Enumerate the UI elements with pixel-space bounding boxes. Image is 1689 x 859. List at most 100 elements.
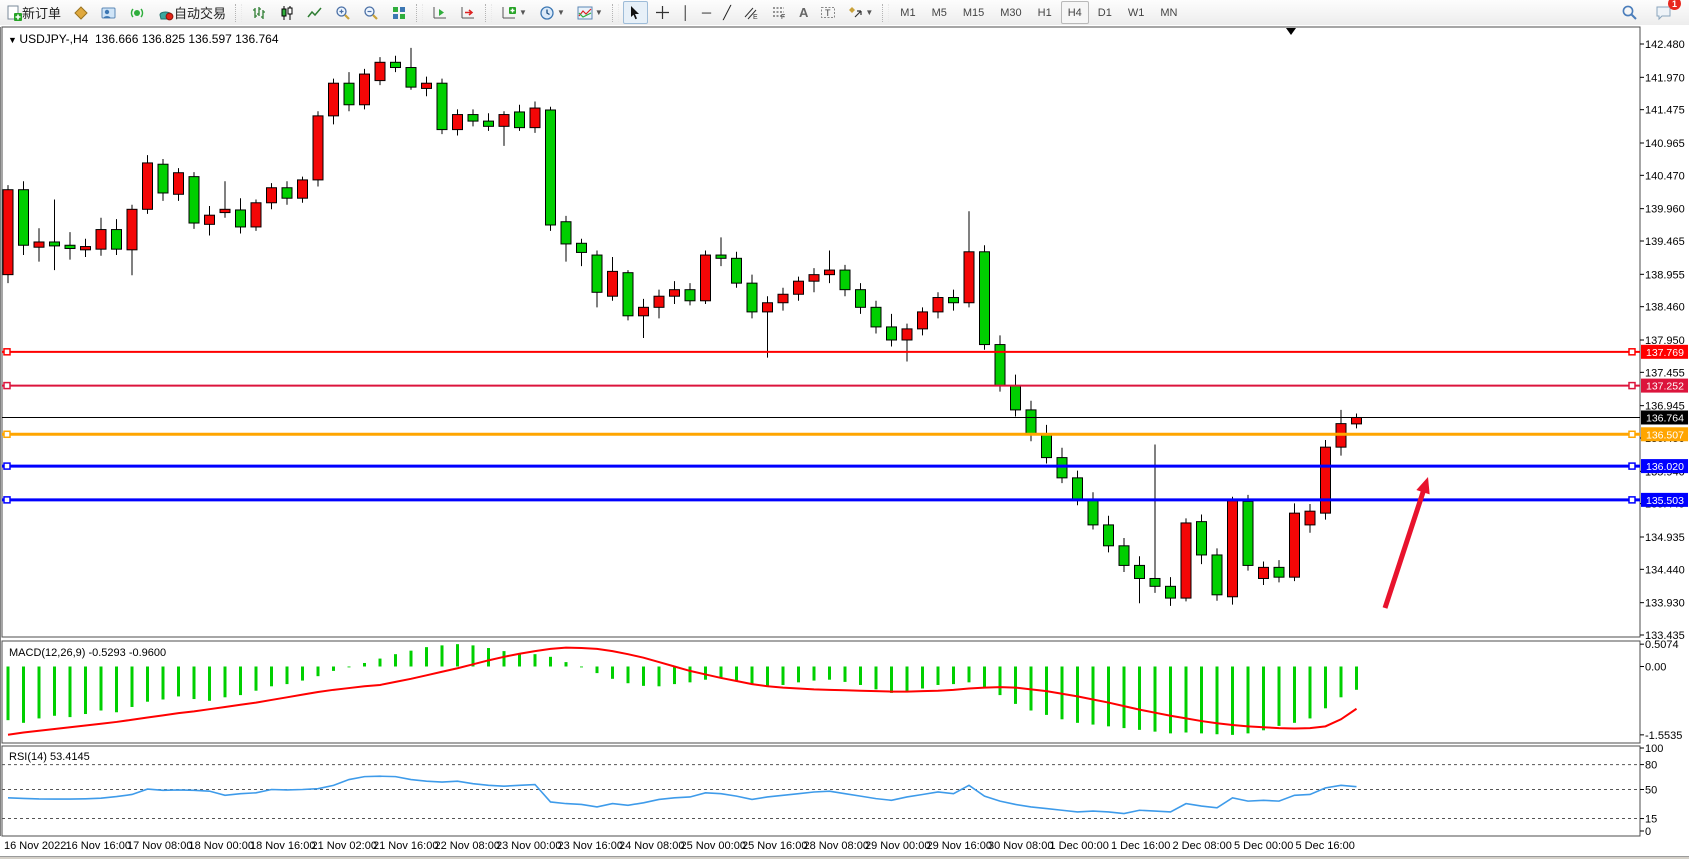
zoom-in-icon	[335, 5, 351, 21]
candle	[840, 270, 850, 290]
chart-shift-icon	[432, 5, 448, 21]
line-anchor-handle[interactable]	[1629, 463, 1635, 469]
crosshair-icon	[655, 5, 670, 20]
candle	[1259, 567, 1269, 578]
zoom-in-button[interactable]	[330, 1, 356, 24]
chevron-down-icon: ▼	[519, 8, 527, 17]
candle	[561, 222, 571, 244]
candle	[360, 74, 370, 105]
text-tool-button[interactable]: A	[794, 1, 813, 24]
trendline-tool-button[interactable]: ╱	[718, 1, 736, 24]
candle	[964, 252, 974, 303]
horizontal-line-tool-button[interactable]: ─	[697, 1, 716, 24]
chart-shift-button[interactable]	[427, 1, 453, 24]
signals-button[interactable]	[124, 1, 150, 24]
candle	[236, 210, 246, 227]
macd-indicator-label: MACD(12,26,9) -0.5293 -0.9600	[9, 647, 166, 659]
candle	[158, 164, 168, 193]
periods-button[interactable]: ▼	[534, 1, 570, 24]
line-anchor-handle[interactable]	[1629, 431, 1635, 437]
candle	[995, 345, 1005, 386]
line-anchor-handle[interactable]	[4, 431, 10, 437]
profile-button[interactable]	[96, 1, 122, 24]
indicators-button[interactable]: ▼	[496, 1, 532, 24]
text-label-icon: T	[820, 5, 836, 20]
candlestick-chart-button[interactable]	[274, 1, 300, 24]
main-toolbar: 新订单 自动交易	[0, 0, 1689, 26]
timeframe-M1[interactable]: M1	[893, 1, 922, 24]
timeframe-D1[interactable]: D1	[1091, 1, 1119, 24]
line-anchor-handle[interactable]	[4, 349, 10, 355]
tile-windows-button[interactable]	[386, 1, 412, 24]
cursor-icon	[628, 5, 643, 20]
timeframe-W1[interactable]: W1	[1121, 1, 1152, 24]
line-anchor-handle[interactable]	[1629, 349, 1635, 355]
timeframe-group: M1M5M15M30H1H4D1W1MN	[892, 1, 1185, 24]
timeframe-M30[interactable]: M30	[993, 1, 1028, 24]
svg-text:T: T	[825, 8, 831, 18]
chart-canvas[interactable]: 142.480141.970141.475140.965140.470139.9…	[0, 25, 1689, 859]
candle	[918, 312, 928, 329]
candle	[1104, 525, 1114, 546]
candle	[1290, 513, 1300, 577]
candle	[716, 255, 726, 258]
tile-windows-icon	[391, 5, 407, 21]
chart-shift-marker-icon[interactable]	[1286, 28, 1296, 35]
candle	[3, 190, 13, 275]
line-anchor-handle[interactable]	[4, 497, 10, 503]
timeframe-H4[interactable]: H4	[1061, 1, 1089, 24]
toolbar-separator	[235, 4, 242, 22]
candle	[592, 255, 602, 292]
fibonacci-tool-button[interactable]: F	[766, 1, 792, 24]
panel-frame	[2, 27, 1640, 637]
candle	[530, 108, 540, 128]
channel-tool-button[interactable]: E	[738, 1, 764, 24]
search-button[interactable]	[1616, 1, 1643, 24]
line-chart-button[interactable]	[302, 1, 328, 24]
candle	[1166, 586, 1176, 598]
zoom-out-button[interactable]	[358, 1, 384, 24]
candle	[375, 62, 385, 80]
candle	[422, 83, 432, 88]
templates-button[interactable]: ▼	[572, 1, 608, 24]
svg-text:F: F	[781, 14, 785, 20]
svg-text:E: E	[753, 14, 758, 20]
label-tool-button[interactable]: T	[815, 1, 841, 24]
line-chart-icon	[307, 5, 323, 21]
auto-scroll-button[interactable]	[455, 1, 481, 24]
symbol-dropdown-icon[interactable]: ▼	[8, 35, 19, 45]
candle	[1026, 410, 1036, 435]
auto-trading-button[interactable]: 自动交易	[152, 1, 231, 24]
cursor-tool-button[interactable]	[623, 1, 648, 24]
timeframe-M15[interactable]: M15	[956, 1, 991, 24]
vertical-line-tool-button[interactable]: │	[677, 1, 695, 24]
candle	[267, 188, 277, 203]
arrows-tool-button[interactable]: ▼	[843, 1, 878, 24]
timeframe-MN[interactable]: MN	[1153, 1, 1184, 24]
candle	[453, 115, 463, 130]
candle	[670, 290, 680, 297]
trendline-icon: ╱	[723, 6, 731, 19]
line-anchor-handle[interactable]	[4, 463, 10, 469]
candle	[1243, 501, 1253, 565]
equidistant-channel-icon: E	[743, 5, 759, 20]
line-anchor-handle[interactable]	[1629, 383, 1635, 389]
notifications-button[interactable]: 1	[1650, 1, 1678, 24]
candle	[1197, 522, 1207, 555]
candle	[933, 298, 943, 312]
candle	[484, 121, 494, 126]
bar-chart-icon	[251, 5, 267, 21]
timeframe-H1[interactable]: H1	[1031, 1, 1059, 24]
market-button[interactable]	[68, 1, 94, 24]
bar-chart-button[interactable]	[246, 1, 272, 24]
line-anchor-handle[interactable]	[4, 383, 10, 389]
candle	[732, 258, 742, 283]
new-order-button[interactable]: 新订单	[1, 1, 66, 24]
line-anchor-handle[interactable]	[1629, 497, 1635, 503]
chevron-down-icon: ▼	[557, 8, 565, 17]
candle	[654, 296, 664, 307]
price-axis[interactable]	[1640, 27, 1689, 838]
crosshair-tool-button[interactable]	[650, 1, 675, 24]
market-icon	[73, 5, 89, 21]
timeframe-M5[interactable]: M5	[925, 1, 954, 24]
